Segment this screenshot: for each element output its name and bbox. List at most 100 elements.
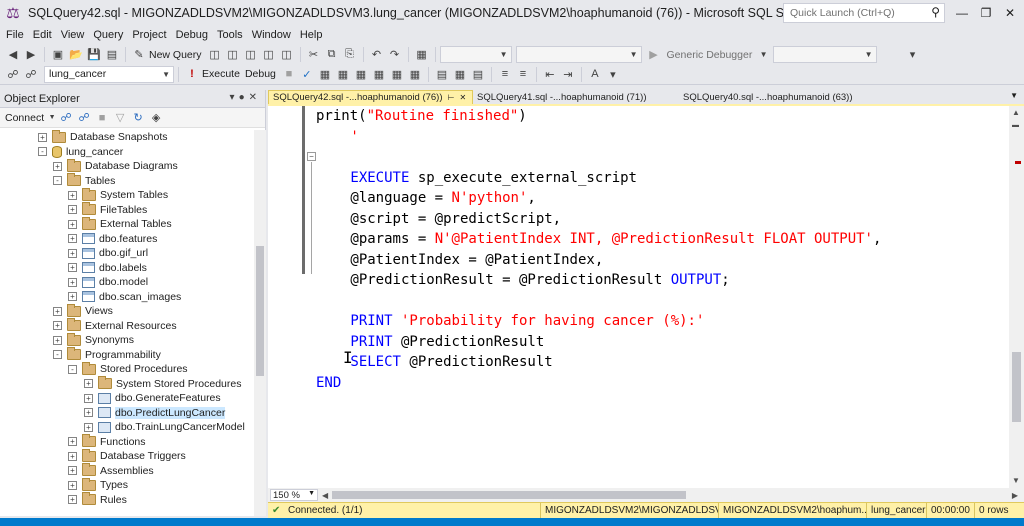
restore-icon[interactable]: ❐ — [974, 2, 998, 24]
tree-item[interactable]: + Database Triggers — [68, 448, 186, 464]
paste-icon[interactable]: ⎘ — [342, 47, 358, 63]
comment-icon[interactable]: ≡ — [497, 66, 513, 82]
cancel-query-icon[interactable]: ■ — [281, 66, 297, 82]
connect-object-explorer-icon[interactable]: ☍ — [58, 110, 74, 126]
tree-item[interactable]: + Types — [68, 477, 128, 493]
collapse-icon[interactable]: - — [38, 147, 47, 157]
back-icon[interactable]: ◀ — [5, 47, 21, 63]
tree-item[interactable]: + dbo.GenerateFeatures — [84, 391, 221, 406]
activity-monitor-icon[interactable]: ▦ — [414, 47, 430, 63]
tree-item[interactable]: + dbo.gif_url — [68, 246, 148, 261]
save-all-icon[interactable]: ▤ — [104, 47, 120, 63]
expand-icon[interactable]: + — [68, 480, 77, 490]
code-line[interactable]: ' — [350, 127, 358, 147]
collapse-icon[interactable]: - — [68, 364, 77, 374]
display-estimated-plan-icon[interactable]: ▦ — [317, 66, 333, 82]
tree-item[interactable]: + dbo.TrainLungCancerModel — [84, 420, 245, 435]
connect-icon[interactable]: ☍ — [5, 66, 21, 82]
window-position-icon[interactable]: ▾ — [230, 92, 239, 103]
query-editor[interactable]: − print("Routine finished") ' EXECUTE sp_e… — [268, 106, 1009, 488]
find-combo[interactable]: ▼ — [772, 46, 877, 63]
tree-item[interactable]: + Database Diagrams — [53, 158, 178, 174]
open-file-icon[interactable]: 📂 — [68, 47, 84, 63]
menu-file[interactable]: File — [3, 29, 30, 41]
code-area[interactable]: print("Routine finished") ' EXECUTE sp_exe… — [316, 106, 1006, 488]
new-query-icon[interactable]: ✎ — [131, 47, 147, 63]
expand-icon[interactable]: + — [53, 321, 62, 331]
tree-item[interactable]: + Functions — [68, 434, 146, 450]
editor-vertical-scrollbar[interactable]: ▲ ▬ ▼ — [1009, 106, 1024, 488]
tab-sqlquery40[interactable]: SQLQuery40.sql -...hoaphumanoid (63)) — [679, 90, 879, 104]
tree-item[interactable]: - Tables — [53, 173, 115, 189]
scroll-down-icon[interactable]: ▼ — [1012, 476, 1020, 485]
toolbar-options-icon[interactable]: ▾ — [605, 66, 621, 82]
code-line[interactable]: EXECUTE sp_execute_external_script — [350, 168, 637, 188]
close-icon[interactable]: ✕ — [998, 2, 1022, 24]
quick-launch-input[interactable]: Quick Launch (Ctrl+Q) ⚲ — [783, 3, 945, 23]
connect-button[interactable]: Connect — [5, 112, 44, 124]
tree-item[interactable]: + External Tables — [68, 216, 172, 232]
start-debugging-icon[interactable]: ▶ — [646, 47, 662, 63]
tree-item[interactable]: + dbo.PredictLungCancer — [84, 406, 226, 421]
tree-item[interactable]: + System Stored Procedures — [84, 376, 241, 392]
intellisense-icon[interactable]: ▦ — [353, 66, 369, 82]
debug-button[interactable]: Debug — [245, 68, 276, 80]
menu-edit[interactable]: Edit — [30, 29, 58, 41]
results-to-text-icon[interactable]: ▤ — [434, 66, 450, 82]
analysis-query-icon[interactable]: ◫ — [225, 47, 241, 63]
expand-icon[interactable]: + — [68, 263, 77, 273]
activity-icon[interactable]: ◈ — [148, 110, 164, 126]
tree-item[interactable]: + Synonyms — [53, 332, 134, 348]
solution-configurations-dropdown[interactable]: ▼ — [439, 46, 512, 63]
code-line[interactable]: PRINT 'Probability for having cancer (%)… — [350, 311, 704, 331]
code-line[interactable]: print("Routine finished") — [316, 106, 527, 126]
code-line[interactable]: @PatientIndex = @PatientIndex, — [350, 250, 603, 270]
expand-icon[interactable]: + — [68, 248, 77, 258]
database-engine-query-icon[interactable]: ◫ — [207, 47, 223, 63]
expand-icon[interactable]: + — [68, 277, 77, 287]
new-project-icon[interactable]: ▣ — [50, 47, 66, 63]
expand-icon[interactable]: + — [53, 161, 62, 171]
collapse-icon[interactable]: − — [307, 152, 316, 161]
expand-icon[interactable]: + — [68, 234, 77, 244]
include-actual-plan-icon[interactable]: ▦ — [371, 66, 387, 82]
cut-icon[interactable]: ✂ — [306, 47, 322, 63]
tree-item[interactable]: + dbo.scan_images — [68, 290, 181, 305]
execute-button[interactable]: Execute — [202, 68, 240, 80]
uncomment-icon[interactable]: ≡ — [515, 66, 531, 82]
split-icon[interactable]: ▬ — [1012, 122, 1019, 129]
parse-icon[interactable]: ✓ — [299, 66, 315, 82]
code-line[interactable]: @script = @predictScript, — [350, 209, 561, 229]
expand-icon[interactable]: + — [68, 437, 77, 447]
tree-item[interactable]: + Views — [53, 303, 113, 319]
expand-icon[interactable]: + — [68, 292, 77, 302]
tree-item[interactable]: + dbo.features — [68, 232, 157, 247]
horizontal-scrollbar-thumb[interactable] — [332, 491, 687, 499]
tab-overflow-icon[interactable]: ▼ — [1010, 91, 1018, 100]
scroll-up-icon[interactable]: ▲ — [1012, 108, 1020, 117]
results-to-grid-icon[interactable]: ▦ — [452, 66, 468, 82]
tree-item[interactable]: + Assemblies — [68, 463, 154, 479]
xmla-query-icon[interactable]: ◫ — [279, 47, 295, 63]
forward-icon[interactable]: ▶ — [23, 47, 39, 63]
pin-icon[interactable]: ⊢ — [448, 93, 455, 102]
query-options-icon[interactable]: ▦ — [335, 66, 351, 82]
dmx-query-icon[interactable]: ◫ — [261, 47, 277, 63]
menu-help[interactable]: Help — [297, 29, 329, 41]
expand-icon[interactable]: + — [53, 335, 62, 345]
expand-icon[interactable]: + — [53, 306, 62, 316]
expand-icon[interactable]: + — [38, 132, 47, 142]
code-line[interactable]: @PredictionResult = @PredictionResult OU… — [350, 270, 729, 290]
close-panel-icon[interactable]: ✕ — [249, 92, 261, 103]
pin-icon[interactable]: ● — [239, 92, 249, 103]
chevron-down-icon[interactable]: ▼ — [48, 110, 56, 126]
client-statistics-icon[interactable]: ▦ — [407, 66, 423, 82]
collapse-icon[interactable]: - — [53, 350, 62, 360]
scroll-left-icon[interactable]: ◀ — [322, 491, 328, 500]
tree-item[interactable]: + dbo.model — [68, 275, 148, 290]
object-explorer-scrollbar[interactable] — [254, 130, 266, 516]
menu-view[interactable]: View — [58, 29, 91, 41]
zoom-dropdown[interactable]: 150 % ▼ — [270, 489, 318, 501]
menu-debug[interactable]: Debug — [173, 29, 214, 41]
change-connection-icon[interactable]: ☍ — [23, 66, 39, 82]
